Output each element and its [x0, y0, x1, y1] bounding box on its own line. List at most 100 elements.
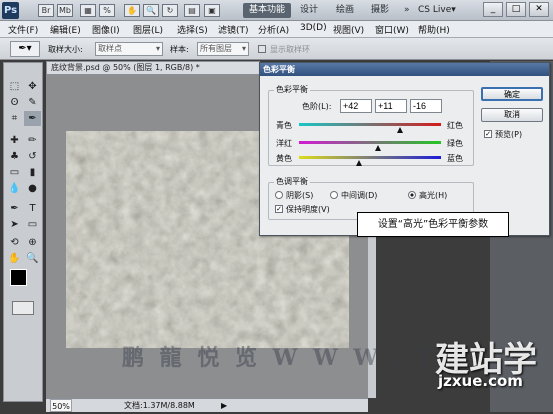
- preview-checkbox[interactable]: ✓: [484, 130, 492, 138]
- sample-size-label: 取样大小:: [48, 45, 83, 54]
- cancel-button[interactable]: 取消: [481, 108, 543, 122]
- quick-mask-icon[interactable]: [12, 301, 34, 315]
- eraser-tool-icon[interactable]: ▭: [6, 165, 23, 180]
- quick-select-tool-icon[interactable]: ✎: [24, 95, 41, 110]
- lasso-tool-icon[interactable]: ʘ: [6, 95, 23, 110]
- ok-button[interactable]: 确定: [481, 87, 543, 101]
- tone-balance-group-label: 色调平衡: [274, 176, 310, 187]
- brush-tool-icon[interactable]: ✏: [24, 133, 41, 148]
- preserve-luminosity-label: 保持明度(V): [286, 205, 330, 214]
- red-label: 红色: [447, 121, 463, 130]
- options-bar: ✒▾ 取样大小: 取样点 ▾ 样本: 所有图层 ▾ 显示取样环: [0, 38, 553, 60]
- crop-tool-icon[interactable]: ⌗: [6, 111, 23, 126]
- cs-live-menu[interactable]: CS Live▾: [418, 3, 456, 18]
- 3d-orbit-tool-icon[interactable]: ⊕: [24, 235, 41, 250]
- menu-filter[interactable]: 滤镜(T): [218, 23, 249, 36]
- cyan-red-slider-knob[interactable]: [396, 127, 403, 133]
- menu-image[interactable]: 图像(I): [92, 23, 120, 36]
- menu-bar: 文件(F) 编辑(E) 图像(I) 图层(L) 选择(S) 滤镜(T) 分析(A…: [0, 21, 553, 38]
- zoom-tool-icon[interactable]: 🔍: [24, 251, 41, 266]
- zoom-field[interactable]: 50%: [50, 399, 72, 412]
- more-workspaces[interactable]: »: [398, 3, 416, 18]
- maximize-button[interactable]: □: [506, 2, 526, 17]
- arrange-documents-icon[interactable]: ▤: [184, 4, 200, 17]
- rotate-view-icon[interactable]: ↻: [162, 4, 178, 17]
- cyan-red-level-input[interactable]: [340, 99, 372, 113]
- workspace-design[interactable]: 设计: [294, 3, 324, 18]
- path-selection-tool-icon[interactable]: ➤: [6, 217, 23, 232]
- menu-help[interactable]: 帮助(H): [418, 23, 450, 36]
- blur-tool-icon[interactable]: 💧: [6, 181, 23, 196]
- screen-mode-icon[interactable]: ▣: [204, 4, 220, 17]
- show-sampling-ring-label: 显示取样环: [270, 45, 310, 54]
- yellow-blue-level-input[interactable]: [410, 99, 442, 113]
- shadows-label: 阴影(S): [286, 191, 314, 200]
- document-size: 文档:1.37M/8.88M: [124, 401, 195, 410]
- menu-3d[interactable]: 3D(D): [300, 23, 327, 33]
- shadows-radio[interactable]: [275, 191, 283, 199]
- menu-layer[interactable]: 图层(L): [133, 23, 163, 36]
- yellow-blue-slider[interactable]: [299, 156, 441, 159]
- status-bar: 50% 文档:1.37M/8.88M ▶: [46, 398, 368, 412]
- tool-preset-picker[interactable]: ✒▾: [10, 41, 40, 57]
- sample-size-select[interactable]: 取样点 ▾: [95, 42, 163, 56]
- sample-select[interactable]: 所有图层 ▾: [197, 42, 249, 56]
- type-tool-icon[interactable]: T: [24, 201, 41, 216]
- magenta-label: 洋红: [276, 139, 292, 148]
- hand-icon[interactable]: ✋: [124, 4, 140, 17]
- move-tool-icon[interactable]: ✥: [24, 79, 41, 94]
- close-button[interactable]: ✕: [529, 2, 549, 17]
- photoshop-logo: Ps: [2, 2, 19, 19]
- menu-analysis[interactable]: 分析(A): [258, 23, 289, 36]
- menu-window[interactable]: 窗口(W): [375, 23, 409, 36]
- chevron-down-icon: ▾: [155, 44, 160, 53]
- yellow-blue-slider-knob[interactable]: [355, 160, 362, 166]
- yellow-label: 黄色: [276, 154, 292, 163]
- menu-view[interactable]: 视图(V): [333, 23, 364, 36]
- cyan-red-slider[interactable]: [299, 123, 441, 126]
- workspace-photography[interactable]: 摄影: [365, 3, 395, 18]
- view-extras-icon[interactable]: ▦: [80, 4, 96, 17]
- minimize-button[interactable]: _: [483, 2, 503, 17]
- menu-file[interactable]: 文件(F): [8, 23, 38, 36]
- menu-edit[interactable]: 编辑(E): [50, 23, 81, 36]
- healing-brush-tool-icon[interactable]: ✚: [6, 133, 23, 148]
- highlights-radio[interactable]: [408, 191, 416, 199]
- color-balance-dialog: 色彩平衡 色彩平衡 色阶(L): 青色 红色 洋红 绿色 黄色 蓝色 色调平衡 …: [259, 62, 550, 236]
- workspace-essentials[interactable]: 基本功能: [243, 3, 292, 18]
- pen-tool-icon[interactable]: ✒: [6, 201, 23, 216]
- document-tab-title: 底纹背景.psd @ 50% (图层 1, RGB/8) *: [51, 63, 200, 72]
- title-bar: Ps Br Mb ▦ % ✋ 🔍 ↻ ▤ ▣ 基本功能 设计 绘画 摄影 » C…: [0, 0, 553, 21]
- clone-stamp-tool-icon[interactable]: ♣: [6, 149, 23, 164]
- color-balance-group-label: 色彩平衡: [274, 84, 310, 95]
- marquee-tool-icon[interactable]: ⬚: [6, 79, 23, 94]
- gradient-tool-icon[interactable]: ▮: [24, 165, 41, 180]
- foreground-color-swatch[interactable]: [10, 269, 27, 286]
- 3d-rotate-tool-icon[interactable]: ⟲: [6, 235, 23, 250]
- sample-size-value: 取样点: [98, 44, 122, 53]
- history-brush-tool-icon[interactable]: ↺: [24, 149, 41, 164]
- midtones-label: 中间调(D): [341, 191, 378, 200]
- document-tab[interactable]: 底纹背景.psd @ 50% (图层 1, RGB/8) *: [46, 61, 260, 75]
- preserve-luminosity-checkbox[interactable]: ✓: [275, 205, 283, 213]
- shape-tool-icon[interactable]: ▭: [24, 217, 41, 232]
- dodge-tool-icon[interactable]: ●: [24, 181, 41, 196]
- midtones-radio[interactable]: [330, 191, 338, 199]
- zoom-tool-icon[interactable]: 🔍: [143, 4, 159, 17]
- site-url-watermark: jzxue.com: [438, 372, 523, 390]
- magenta-green-slider-knob[interactable]: [374, 145, 381, 151]
- status-menu-arrow-icon[interactable]: ▶: [221, 399, 227, 412]
- eyedropper-tool-icon[interactable]: ✒: [24, 111, 41, 126]
- zoom-level-icon[interactable]: %: [99, 4, 115, 17]
- preview-label: 预览(P): [495, 130, 523, 139]
- magenta-green-level-input[interactable]: [375, 99, 407, 113]
- toolbox: ⬚ ✥ ʘ ✎ ⌗ ✒ ✚ ✏ ♣ ↺ ▭ ▮ 💧 ● ✒ T ➤ ▭ ⟲ ⊕ …: [3, 62, 43, 402]
- callout-note: 设置“高光”色彩平衡参数: [357, 212, 509, 237]
- workspace-painting[interactable]: 绘画: [330, 3, 360, 18]
- show-sampling-ring-checkbox[interactable]: [258, 45, 266, 53]
- bridge-icon[interactable]: Br: [38, 4, 54, 17]
- magenta-green-slider[interactable]: [299, 141, 441, 144]
- minibridge-icon[interactable]: Mb: [57, 4, 73, 17]
- hand-tool-icon[interactable]: ✋: [6, 251, 23, 266]
- menu-select[interactable]: 选择(S): [177, 23, 208, 36]
